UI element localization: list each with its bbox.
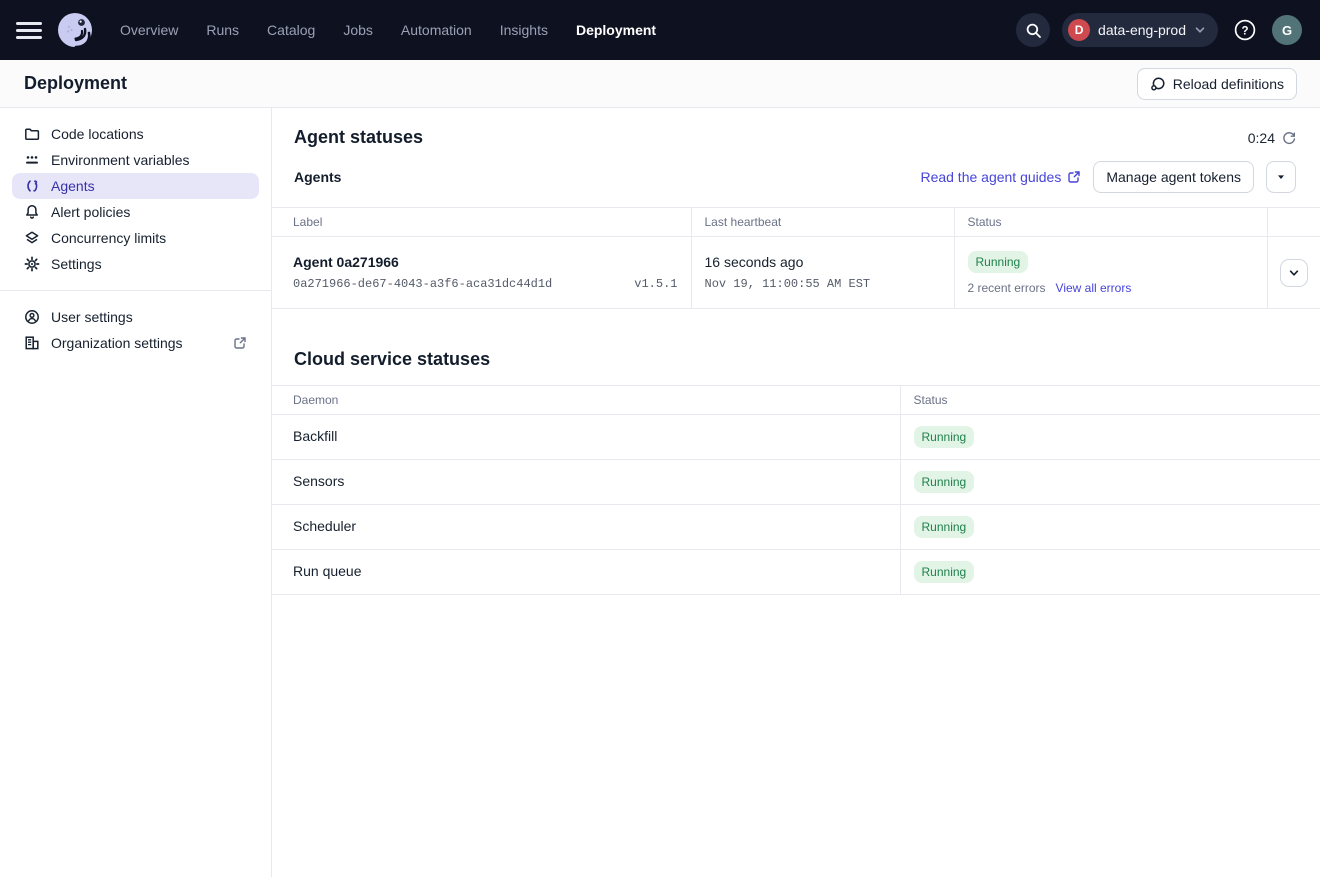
sidebar-item-label: User settings — [51, 309, 133, 325]
daemon-name: Backfill — [293, 428, 337, 444]
user-avatar[interactable]: G — [1272, 15, 1302, 45]
agent-row: Agent 0a271966 0a271966-de67-4043-a3f6-a… — [272, 237, 1320, 309]
daemon-status-badge: Running — [914, 516, 975, 538]
page-title: Deployment — [24, 73, 127, 94]
agents-col-expand — [1267, 208, 1320, 237]
daemon-name: Scheduler — [293, 518, 356, 534]
help-icon: ? — [1233, 18, 1257, 42]
svg-text:?: ? — [1241, 25, 1248, 37]
manage-agent-tokens-button[interactable]: Manage agent tokens — [1093, 161, 1254, 193]
sidebar-divider — [0, 290, 271, 291]
env-vars-icon — [24, 152, 40, 168]
heartbeat-relative: 16 seconds ago — [705, 254, 954, 270]
daemon-row-backfill: Backfill Running — [272, 415, 1320, 460]
deployment-initial-badge: D — [1068, 19, 1090, 41]
deployment-selector[interactable]: D data-eng-prod — [1062, 13, 1218, 47]
primary-nav: Overview Runs Catalog Jobs Automation In… — [120, 22, 656, 38]
chevron-down-icon — [1288, 267, 1300, 279]
sidebar-item-label: Environment variables — [51, 152, 190, 168]
external-link-icon — [233, 336, 247, 350]
sidebar-item-alert-policies[interactable]: Alert policies — [12, 199, 259, 225]
page-header: Deployment Reload definitions — [0, 60, 1320, 108]
sidebar: Code locations Environment variables Age… — [0, 108, 272, 877]
cloud-service-statuses-title: Cloud service statuses — [294, 349, 1296, 370]
search-button[interactable] — [1016, 13, 1050, 47]
deployment-selector-label: data-eng-prod — [1098, 22, 1186, 38]
agents-col-label: Label — [272, 208, 691, 237]
sidebar-item-label: Alert policies — [51, 204, 130, 220]
nav-item-automation[interactable]: Automation — [401, 22, 472, 38]
heartbeat-timestamp: Nov 19, 11:00:55 AM EST — [705, 277, 954, 291]
person-icon — [24, 309, 40, 325]
cloud-services-table: Daemon Status Backfill Running Sensors R… — [272, 385, 1320, 595]
sidebar-item-label: Code locations — [51, 126, 144, 142]
nav-item-insights[interactable]: Insights — [500, 22, 548, 38]
dagster-logo-icon[interactable] — [56, 11, 94, 49]
gear-icon — [24, 256, 40, 272]
reload-definitions-button[interactable]: Reload definitions — [1137, 68, 1297, 100]
daemon-name: Run queue — [293, 563, 362, 579]
daemon-status-badge: Running — [914, 426, 975, 448]
agent-status-badge: Running — [968, 251, 1029, 273]
agent-name: Agent 0a271966 — [293, 254, 691, 270]
layers-icon — [24, 230, 40, 246]
countdown-value: 0:24 — [1248, 130, 1275, 146]
nav-item-runs[interactable]: Runs — [206, 22, 239, 38]
daemon-row-scheduler: Scheduler Running — [272, 505, 1320, 550]
sidebar-item-label: Concurrency limits — [51, 230, 166, 246]
agent-guides-link[interactable]: Read the agent guides — [920, 169, 1081, 185]
refresh-icon[interactable] — [1282, 131, 1296, 145]
help-button[interactable]: ? — [1230, 15, 1260, 45]
nav-item-overview[interactable]: Overview — [120, 22, 178, 38]
cloud-col-daemon: Daemon — [272, 386, 900, 415]
folder-icon — [24, 126, 40, 142]
sidebar-item-code-locations[interactable]: Code locations — [12, 121, 259, 147]
sidebar-item-label: Settings — [51, 256, 102, 272]
nav-item-jobs[interactable]: Jobs — [343, 22, 373, 38]
sidebar-item-environment-variables[interactable]: Environment variables — [12, 147, 259, 173]
hamburger-menu-icon[interactable] — [16, 17, 42, 43]
refresh-countdown: 0:24 — [1248, 130, 1296, 146]
main-content: Agent statuses 0:24 Agents Read the agen… — [272, 108, 1320, 877]
agents-col-heartbeat: Last heartbeat — [691, 208, 954, 237]
agents-more-actions-button[interactable] — [1266, 161, 1296, 193]
agent-statuses-title: Agent statuses — [294, 127, 423, 148]
agents-table: Label Last heartbeat Status Agent 0a2719… — [272, 207, 1320, 309]
sidebar-item-label: Agents — [51, 178, 95, 194]
agent-id: 0a271966-de67-4043-a3f6-aca31dc44d1d — [293, 277, 552, 291]
sidebar-item-user-settings[interactable]: User settings — [12, 304, 259, 330]
daemon-status-badge: Running — [914, 561, 975, 583]
code-location-icon — [1150, 76, 1166, 92]
sidebar-item-label: Organization settings — [51, 335, 222, 351]
nav-item-deployment[interactable]: Deployment — [576, 22, 656, 38]
cloud-col-status: Status — [900, 386, 1320, 415]
sidebar-item-agents[interactable]: Agents — [12, 173, 259, 199]
daemon-row-sensors: Sensors Running — [272, 460, 1320, 505]
expand-agent-row-button[interactable] — [1280, 259, 1308, 287]
nav-item-catalog[interactable]: Catalog — [267, 22, 315, 38]
agents-section-label: Agents — [294, 169, 341, 185]
top-nav: Overview Runs Catalog Jobs Automation In… — [0, 0, 1320, 60]
daemon-row-run-queue: Run queue Running — [272, 550, 1320, 595]
sidebar-item-settings[interactable]: Settings — [12, 251, 259, 277]
sidebar-item-concurrency-limits[interactable]: Concurrency limits — [12, 225, 259, 251]
sidebar-item-organization-settings[interactable]: Organization settings — [12, 330, 259, 356]
agents-col-status: Status — [954, 208, 1267, 237]
bell-icon — [24, 204, 40, 220]
agent-version: v1.5.1 — [634, 277, 677, 291]
daemon-status-badge: Running — [914, 471, 975, 493]
recent-errors-text: 2 recent errors — [968, 281, 1046, 295]
external-link-icon — [1067, 170, 1081, 184]
view-all-errors-link[interactable]: View all errors — [1056, 281, 1132, 295]
caret-down-icon — [1276, 172, 1286, 182]
building-icon — [24, 335, 40, 351]
daemon-name: Sensors — [293, 473, 344, 489]
agent-icon — [24, 178, 40, 194]
search-icon — [1025, 22, 1042, 39]
chevron-down-icon — [1194, 24, 1206, 36]
